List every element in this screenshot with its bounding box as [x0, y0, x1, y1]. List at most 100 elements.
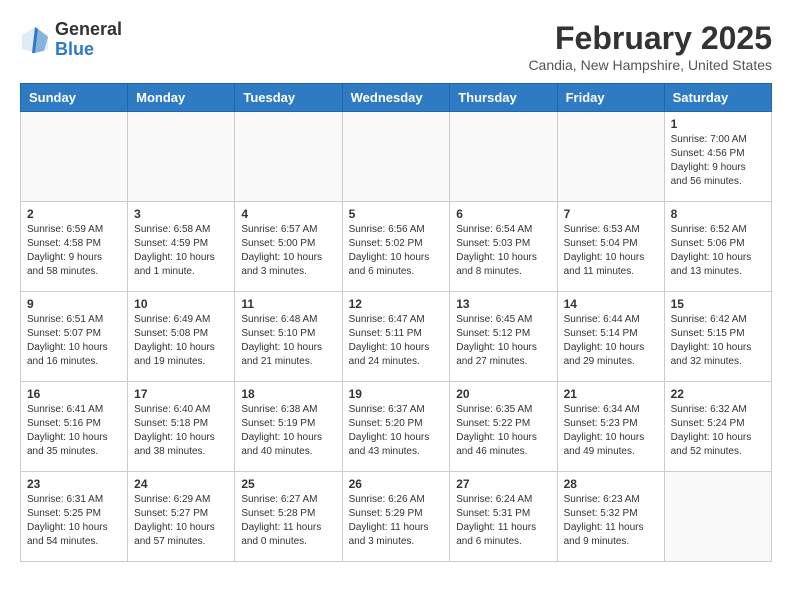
day-info: Sunrise: 6:27 AM Sunset: 5:28 PM Dayligh… [241, 493, 335, 549]
weekday-header-monday: Monday [128, 84, 235, 112]
calendar-day-cell: 14Sunrise: 6:44 AM Sunset: 5:14 PM Dayli… [557, 292, 664, 382]
weekday-header-row: SundayMondayTuesdayWednesdayThursdayFrid… [21, 84, 772, 112]
calendar-day-cell: 20 Sunrise: 6:35 AM Sunset: 5:22 PM Dayli… [450, 382, 557, 472]
day-number: 9 [27, 297, 121, 311]
calendar-day-cell: 24Sunrise: 6:29 AM Sunset: 5:27 PM Dayli… [128, 472, 235, 562]
weekday-header-saturday: Saturday [664, 84, 771, 112]
title-area: February 2025 Candia, New Hampshire, Uni… [528, 20, 772, 73]
calendar-day-cell: 15 Sunrise: 6:42 AM Sunset: 5:15 PM Dayli… [664, 292, 771, 382]
day-number: 19 [349, 387, 444, 401]
day-number: 17 [134, 387, 228, 401]
calendar-day-cell: 17 Sunrise: 6:40 AM Sunset: 5:18 PM Dayli… [128, 382, 235, 472]
calendar-day-cell: 1 Sunrise: 7:00 AM Sunset: 4:56 PM Daylig… [664, 112, 771, 202]
calendar-day-cell: 9 Sunrise: 6:51 AM Sunset: 5:07 PM Daylig… [21, 292, 128, 382]
calendar-title: February 2025 [528, 20, 772, 57]
day-number: 15 [671, 297, 765, 311]
calendar-day-cell: 18 Sunrise: 6:38 AM Sunset: 5:19 PM Dayli… [235, 382, 342, 472]
weekday-header-friday: Friday [557, 84, 664, 112]
day-number: 14 [564, 297, 658, 311]
calendar-day-cell [128, 112, 235, 202]
day-info: Sunrise: 6:37 AM Sunset: 5:20 PM Dayligh… [349, 403, 444, 459]
calendar-day-cell: 22 Sunrise: 6:32 AM Sunset: 5:24 PM Dayli… [664, 382, 771, 472]
calendar-day-cell: 2 Sunrise: 6:59 AM Sunset: 4:58 PM Daylig… [21, 202, 128, 292]
day-info: Sunrise: 6:42 AM Sunset: 5:15 PM Dayligh… [671, 313, 765, 369]
day-info: Sunrise: 6:59 AM Sunset: 4:58 PM Dayligh… [27, 223, 121, 279]
day-info: Sunrise: 6:52 AM Sunset: 5:06 PM Dayligh… [671, 223, 765, 279]
day-number: 18 [241, 387, 335, 401]
day-number: 21 [564, 387, 658, 401]
calendar-subtitle: Candia, New Hampshire, United States [528, 57, 772, 73]
day-info: Sunrise: 6:51 AM Sunset: 5:07 PM Dayligh… [27, 313, 121, 369]
calendar-day-cell [342, 112, 450, 202]
calendar-day-cell: 28Sunrise: 6:23 AM Sunset: 5:32 PM Dayli… [557, 472, 664, 562]
day-info: Sunrise: 6:40 AM Sunset: 5:18 PM Dayligh… [134, 403, 228, 459]
calendar-day-cell: 16Sunrise: 6:41 AM Sunset: 5:16 PM Dayli… [21, 382, 128, 472]
day-number: 13 [456, 297, 550, 311]
day-info: Sunrise: 6:31 AM Sunset: 5:25 PM Dayligh… [27, 493, 121, 549]
day-number: 24 [134, 477, 228, 491]
day-number: 11 [241, 297, 335, 311]
calendar-day-cell: 13 Sunrise: 6:45 AM Sunset: 5:12 PM Dayli… [450, 292, 557, 382]
day-info: Sunrise: 6:49 AM Sunset: 5:08 PM Dayligh… [134, 313, 228, 369]
logo-text: General Blue [55, 20, 122, 60]
day-number: 1 [671, 117, 765, 131]
logo-icon [20, 25, 50, 55]
calendar-day-cell: 11Sunrise: 6:48 AM Sunset: 5:10 PM Dayli… [235, 292, 342, 382]
calendar-table: SundayMondayTuesdayWednesdayThursdayFrid… [20, 83, 772, 562]
day-info: Sunrise: 6:26 AM Sunset: 5:29 PM Dayligh… [349, 493, 444, 549]
calendar-day-cell: 8 Sunrise: 6:52 AM Sunset: 5:06 PM Daylig… [664, 202, 771, 292]
calendar-week-row: 16Sunrise: 6:41 AM Sunset: 5:16 PM Dayli… [21, 382, 772, 472]
day-number: 12 [349, 297, 444, 311]
calendar-day-cell: 10 Sunrise: 6:49 AM Sunset: 5:08 PM Dayli… [128, 292, 235, 382]
day-info: Sunrise: 6:54 AM Sunset: 5:03 PM Dayligh… [456, 223, 550, 279]
day-info: Sunrise: 6:32 AM Sunset: 5:24 PM Dayligh… [671, 403, 765, 459]
day-info: Sunrise: 6:56 AM Sunset: 5:02 PM Dayligh… [349, 223, 444, 279]
day-number: 22 [671, 387, 765, 401]
calendar-day-cell [664, 472, 771, 562]
calendar-day-cell: 26Sunrise: 6:26 AM Sunset: 5:29 PM Dayli… [342, 472, 450, 562]
calendar-day-cell [450, 112, 557, 202]
day-info: Sunrise: 6:41 AM Sunset: 5:16 PM Dayligh… [27, 403, 121, 459]
day-number: 20 [456, 387, 550, 401]
calendar-day-cell: 6 Sunrise: 6:54 AM Sunset: 5:03 PM Daylig… [450, 202, 557, 292]
page-header: General Blue February 2025 Candia, New H… [20, 20, 772, 73]
day-info: Sunrise: 6:58 AM Sunset: 4:59 PM Dayligh… [134, 223, 228, 279]
calendar-day-cell [21, 112, 128, 202]
day-number: 6 [456, 207, 550, 221]
day-info: Sunrise: 7:00 AM Sunset: 4:56 PM Dayligh… [671, 133, 765, 189]
calendar-week-row: 2 Sunrise: 6:59 AM Sunset: 4:58 PM Daylig… [21, 202, 772, 292]
day-number: 8 [671, 207, 765, 221]
calendar-day-cell: 23 Sunrise: 6:31 AM Sunset: 5:25 PM Dayli… [21, 472, 128, 562]
logo-general-text: General [55, 20, 122, 40]
calendar-day-cell: 27Sunrise: 6:24 AM Sunset: 5:31 PM Dayli… [450, 472, 557, 562]
day-info: Sunrise: 6:34 AM Sunset: 5:23 PM Dayligh… [564, 403, 658, 459]
day-number: 4 [241, 207, 335, 221]
day-info: Sunrise: 6:45 AM Sunset: 5:12 PM Dayligh… [456, 313, 550, 369]
day-number: 10 [134, 297, 228, 311]
calendar-week-row: 9 Sunrise: 6:51 AM Sunset: 5:07 PM Daylig… [21, 292, 772, 382]
day-info: Sunrise: 6:38 AM Sunset: 5:19 PM Dayligh… [241, 403, 335, 459]
calendar-day-cell: 25 Sunrise: 6:27 AM Sunset: 5:28 PM Dayli… [235, 472, 342, 562]
day-info: Sunrise: 6:53 AM Sunset: 5:04 PM Dayligh… [564, 223, 658, 279]
calendar-week-row: 1 Sunrise: 7:00 AM Sunset: 4:56 PM Daylig… [21, 112, 772, 202]
day-number: 27 [456, 477, 550, 491]
calendar-week-row: 23 Sunrise: 6:31 AM Sunset: 5:25 PM Dayli… [21, 472, 772, 562]
day-info: Sunrise: 6:23 AM Sunset: 5:32 PM Dayligh… [564, 493, 658, 549]
calendar-day-cell: 5Sunrise: 6:56 AM Sunset: 5:02 PM Daylig… [342, 202, 450, 292]
day-number: 3 [134, 207, 228, 221]
day-number: 25 [241, 477, 335, 491]
weekday-header-wednesday: Wednesday [342, 84, 450, 112]
weekday-header-sunday: Sunday [21, 84, 128, 112]
calendar-day-cell [557, 112, 664, 202]
calendar-day-cell: 4Sunrise: 6:57 AM Sunset: 5:00 PM Daylig… [235, 202, 342, 292]
day-number: 2 [27, 207, 121, 221]
calendar-day-cell: 3 Sunrise: 6:58 AM Sunset: 4:59 PM Daylig… [128, 202, 235, 292]
calendar-day-cell: 19 Sunrise: 6:37 AM Sunset: 5:20 PM Dayli… [342, 382, 450, 472]
calendar-day-cell: 12Sunrise: 6:47 AM Sunset: 5:11 PM Dayli… [342, 292, 450, 382]
weekday-header-tuesday: Tuesday [235, 84, 342, 112]
logo: General Blue [20, 20, 122, 60]
calendar-day-cell [235, 112, 342, 202]
calendar-day-cell: 21 Sunrise: 6:34 AM Sunset: 5:23 PM Dayli… [557, 382, 664, 472]
day-info: Sunrise: 6:35 AM Sunset: 5:22 PM Dayligh… [456, 403, 550, 459]
day-number: 23 [27, 477, 121, 491]
